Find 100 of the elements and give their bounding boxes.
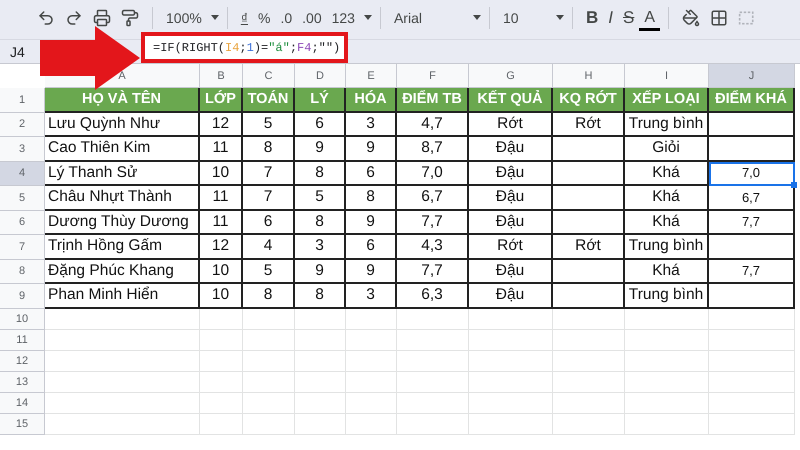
row-header[interactable]: 1 [0, 88, 45, 112]
empty-cell [295, 372, 346, 392]
italic-button[interactable]: I [608, 8, 613, 26]
empty-cell [346, 392, 397, 414]
column-header[interactable]: H [584, 70, 592, 82]
name-box[interactable]: J4 [10, 44, 25, 60]
column-header[interactable]: E [367, 70, 375, 82]
redo-icon[interactable] [65, 8, 83, 26]
table-cell: 12 [200, 112, 243, 137]
header-cell: HÓA [346, 88, 397, 112]
table-cell: Đặng Phúc Khang [45, 260, 200, 284]
table-cell: 8 [295, 284, 346, 308]
row-header[interactable]: 8 [0, 260, 45, 284]
row-header[interactable]: 9 [0, 284, 45, 308]
empty-cell [243, 330, 295, 350]
caret-icon [364, 15, 372, 20]
empty-cell [243, 350, 295, 372]
column-header[interactable]: B [217, 70, 225, 82]
currency-format-button[interactable]: ₫ [240, 8, 248, 26]
table-cell: 5 [243, 112, 295, 137]
column-header[interactable]: C [264, 70, 272, 82]
table-cell: Lý Thanh Sử [45, 162, 200, 186]
table-cell: 8 [243, 284, 295, 308]
empty-cell [553, 330, 625, 350]
formula-field[interactable]: =IF(RIGHT(I4;1)="á";F4;"") [141, 32, 348, 63]
caret-icon [472, 15, 481, 20]
empty-cell [243, 392, 295, 414]
column-header[interactable]: A [118, 70, 126, 82]
row-header[interactable]: 4 [0, 162, 45, 186]
number-format-dropdown[interactable]: 123 [332, 8, 355, 26]
percent-format-button[interactable]: % [258, 8, 270, 26]
table-cell: 8 [295, 210, 346, 235]
fill-color-icon[interactable] [682, 8, 700, 26]
row-header[interactable]: 7 [0, 235, 45, 260]
table-cell: 8 [243, 137, 295, 162]
empty-cell [295, 308, 346, 330]
formula-token: ; [290, 40, 298, 54]
text-color-button[interactable]: A [639, 8, 660, 30]
row-header[interactable]: 13 [0, 372, 45, 392]
table-cell: 4 [243, 235, 295, 260]
zoom-dropdown[interactable]: 100% [166, 8, 202, 26]
table-cell[interactable]: 7,0 [709, 162, 795, 186]
table-cell: Châu Nhựt Thành [45, 186, 200, 210]
decrease-decimals-button[interactable]: .0 [280, 8, 292, 26]
row-header[interactable]: 11 [0, 330, 45, 350]
table-cell: 6,7 [709, 186, 795, 210]
table-cell: Khá [625, 186, 709, 210]
table-cell: 9 [346, 137, 397, 162]
table-cell: Trung bình [625, 284, 709, 308]
table-cell: 9 [346, 260, 397, 284]
header-cell: TOÁN [243, 88, 295, 112]
table-cell: Rớt [469, 235, 553, 260]
empty-cell [553, 392, 625, 414]
column-header[interactable]: D [316, 70, 324, 82]
table-cell: 7 [243, 162, 295, 186]
row-header[interactable]: 10 [0, 308, 45, 330]
table-cell [553, 137, 625, 162]
undo-icon[interactable] [37, 8, 55, 26]
table-cell: 3 [346, 284, 397, 308]
row-header[interactable]: 6 [0, 210, 45, 235]
empty-cell [295, 350, 346, 372]
empty-cell [397, 330, 469, 350]
header-cell: KQ RỚT [553, 88, 625, 112]
table-cell: 6 [295, 112, 346, 137]
bold-button[interactable]: B [586, 8, 598, 26]
borders-icon[interactable] [710, 8, 728, 26]
merge-cells-icon[interactable] [738, 8, 756, 26]
font-size-dropdown[interactable]: 10 [502, 8, 519, 26]
table-cell: 8 [346, 186, 397, 210]
empty-cell [397, 350, 469, 372]
increase-decimals-button[interactable]: .00 [302, 8, 322, 26]
table-cell: 9 [295, 137, 346, 162]
empty-cell [553, 350, 625, 372]
empty-cell [346, 350, 397, 372]
column-header[interactable]: G [506, 70, 515, 82]
empty-cell [295, 330, 346, 350]
row-header[interactable]: 2 [0, 112, 45, 137]
empty-cell [346, 330, 397, 350]
table-cell [553, 284, 625, 308]
formula-token: "á" [268, 40, 290, 54]
table-cell: Giỏi [625, 137, 709, 162]
paint-roller-icon[interactable] [121, 8, 139, 26]
row-header[interactable]: 3 [0, 137, 45, 162]
table-cell: 3 [346, 112, 397, 137]
row-header[interactable]: 14 [0, 392, 45, 414]
print-icon[interactable] [93, 8, 111, 26]
row-header[interactable]: 12 [0, 350, 45, 372]
column-header[interactable]: J [748, 70, 754, 82]
row-header[interactable]: 15 [0, 414, 45, 434]
row-header[interactable]: 5 [0, 186, 45, 210]
table-cell: Đậu [469, 186, 553, 210]
table-cell: 8,7 [397, 137, 469, 162]
table-cell: 4,7 [397, 112, 469, 137]
caret-icon [556, 15, 564, 20]
column-header[interactable]: F [429, 70, 436, 82]
table-cell: Đậu [469, 210, 553, 235]
font-dropdown[interactable]: Arial [394, 8, 422, 26]
strikethrough-button[interactable]: S [622, 8, 634, 26]
column-header[interactable]: I [664, 70, 668, 82]
fill-handle[interactable] [791, 182, 797, 188]
